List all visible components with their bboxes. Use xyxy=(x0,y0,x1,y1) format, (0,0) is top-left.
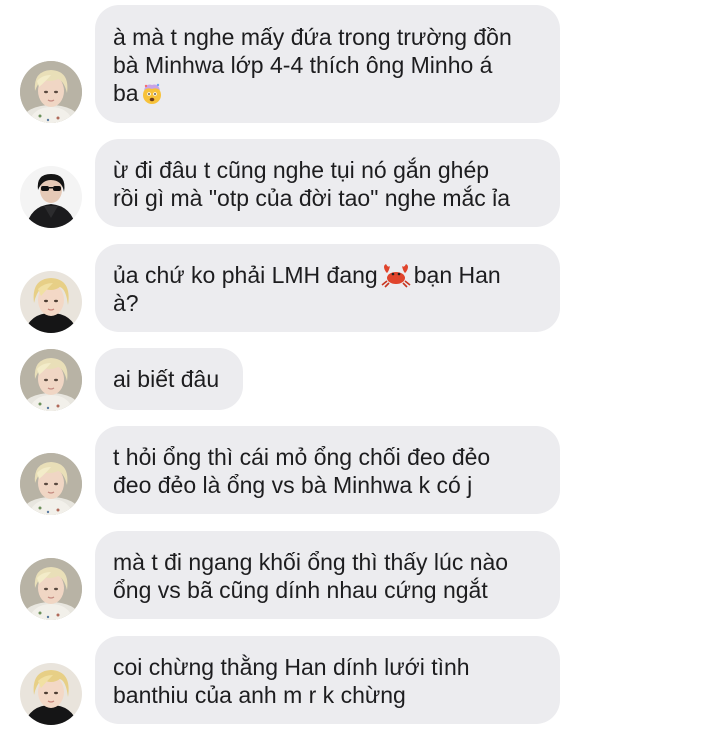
message-bubble[interactable]: mà t đi ngang khối ổng thì thấy lúc nào … xyxy=(95,531,560,619)
message-text: bạn Han xyxy=(413,262,501,288)
message-line: ba xyxy=(113,79,542,107)
avatar[interactable] xyxy=(20,663,82,725)
message-line: mà t đi ngang khối ổng thì thấy lúc nào xyxy=(113,549,509,575)
message-bubble[interactable]: ừ đi đâu t cũng nghe tụi nó gắn ghép rồi… xyxy=(95,139,560,227)
message-line: coi chừng thằng Han dính lưới tình xyxy=(113,654,470,680)
blonde-boy-avatar-icon xyxy=(20,349,82,411)
message-line: ai biết đâu xyxy=(113,366,220,392)
blonde-boy-black-shirt-avatar-icon xyxy=(20,271,82,333)
message-line: rồi gì mà "otp của đời tao" nghe mắc ỉa xyxy=(113,185,511,211)
message-line: banthiu của anh m r k chừng xyxy=(113,682,406,708)
message-bubble[interactable]: coi chừng thằng Han dính lưới tình banth… xyxy=(95,636,560,724)
message-line: bà Minhwa lớp 4-4 thích ông Minho á xyxy=(113,52,493,78)
message-bubble[interactable]: t hỏi ổng thì cái mỏ ổng chối đeo đẻo đe… xyxy=(95,426,560,514)
message-bubble[interactable]: ai biết đâu xyxy=(95,348,243,410)
avatar[interactable] xyxy=(20,61,82,123)
avatar[interactable] xyxy=(20,271,82,333)
message-bubble[interactable]: à mà t nghe mấy đứa trong trường đồn bà … xyxy=(95,5,560,123)
message-text: ba xyxy=(113,80,139,106)
crab-emoji-icon xyxy=(381,264,411,288)
exploding-head-emoji-icon xyxy=(142,83,161,104)
avatar[interactable] xyxy=(20,166,82,228)
message-line: t hỏi ổng thì cái mỏ ổng chối đeo đẻo xyxy=(113,444,491,470)
avatar[interactable] xyxy=(20,349,82,411)
blonde-boy-black-shirt-avatar-icon xyxy=(20,663,82,725)
message-text: ủa chứ ko phải LMH đang xyxy=(113,262,378,288)
blonde-boy-avatar-icon xyxy=(20,558,82,620)
dark-haired-boy-avatar-icon xyxy=(20,166,82,228)
avatar[interactable] xyxy=(20,453,82,515)
message-line: à? xyxy=(113,290,139,316)
message-line: đeo đẻo là ổng vs bà Minhwa k có j xyxy=(113,472,473,498)
message-line: ủa chứ ko phải LMH đang bạn Han xyxy=(113,261,542,289)
avatar[interactable] xyxy=(20,558,82,620)
blonde-boy-avatar-icon xyxy=(20,453,82,515)
message-line: à mà t nghe mấy đứa trong trường đồn xyxy=(113,24,512,50)
message-line: ừ đi đâu t cũng nghe tụi nó gắn ghép xyxy=(113,157,490,183)
message-line: ổng vs bã cũng dính nhau cứng ngắt xyxy=(113,577,488,603)
message-bubble[interactable]: ủa chứ ko phải LMH đang bạn Han à? xyxy=(95,244,560,332)
blonde-boy-avatar-icon xyxy=(20,61,82,123)
